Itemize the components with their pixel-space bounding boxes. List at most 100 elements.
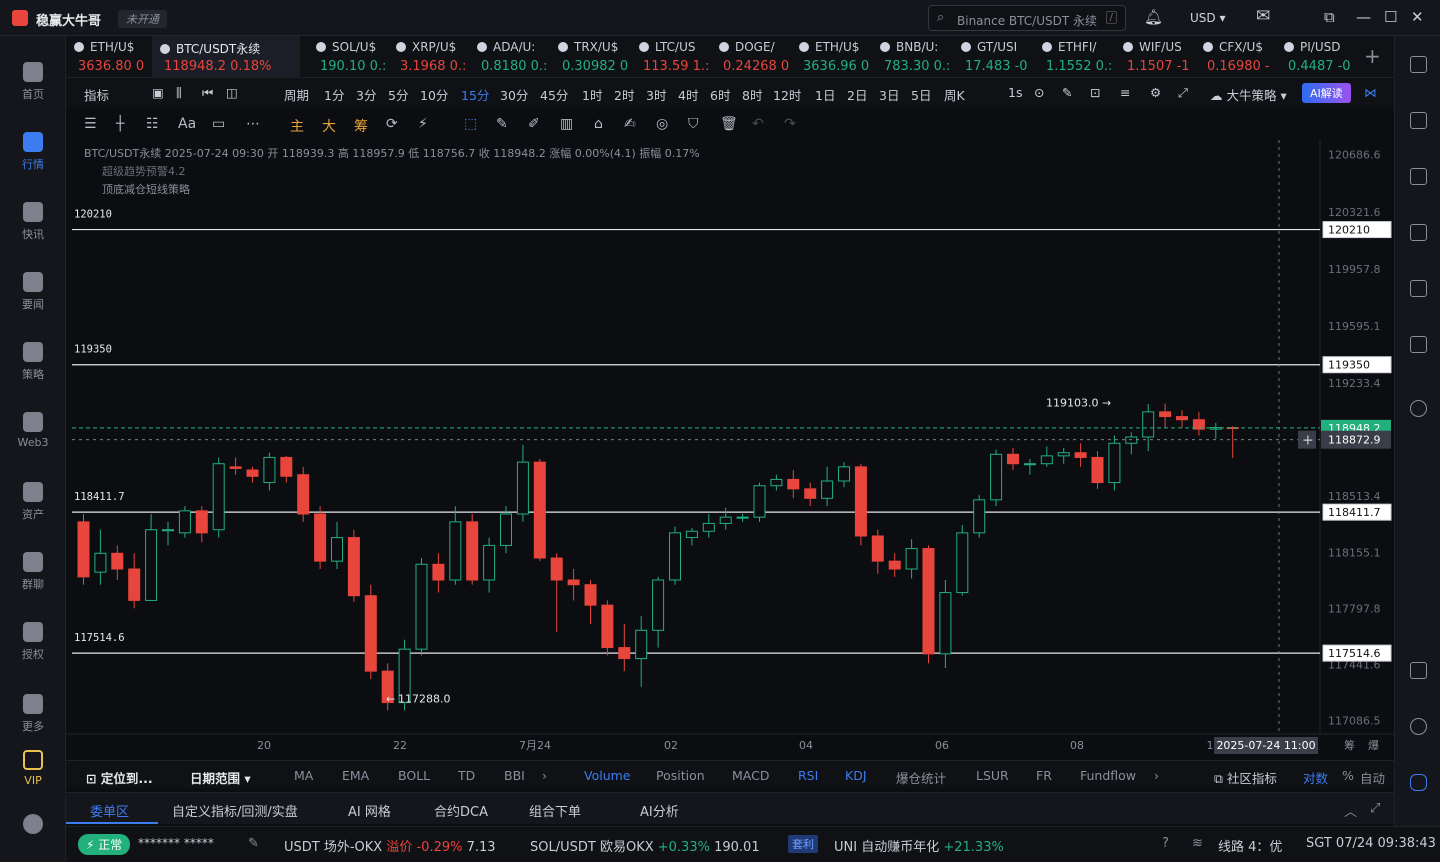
candle-body[interactable]	[280, 456, 293, 477]
otc-rate[interactable]: USDT 场外-OKX 溢价 -0.29% 7.13	[284, 836, 496, 855]
ticker-item[interactable]: ADA/U: 0.8180 0.:	[469, 36, 549, 78]
candle-body[interactable]	[669, 532, 681, 581]
log-scale-toggle[interactable]: 对数	[1303, 768, 1328, 787]
hline-tool-icon[interactable]: ┼	[116, 116, 124, 132]
ticker-item[interactable]: ETHFI/1.1552 0.:	[1034, 36, 1114, 78]
candle-body[interactable]	[314, 513, 327, 562]
collapse-up-icon[interactable]: ︿	[1344, 801, 1357, 820]
ticker-item[interactable]: TRX/U$ 0.30982 0	[550, 36, 630, 78]
period-btn[interactable]: 8时	[742, 85, 762, 104]
plus-icon[interactable]: +	[1302, 433, 1314, 449]
ind-liquidation[interactable]: 爆仓统计	[896, 768, 946, 787]
candle-body[interactable]	[1176, 416, 1188, 421]
period-btn[interactable]: 3日	[879, 85, 899, 104]
candle-body[interactable]	[922, 548, 935, 655]
candle-body[interactable]	[331, 537, 343, 562]
period-btn[interactable]: 2时	[614, 85, 634, 104]
candle-body[interactable]	[939, 592, 952, 655]
candle-body[interactable]	[263, 456, 276, 484]
undo-icon[interactable]: ↶	[752, 116, 764, 132]
monitor-icon[interactable]	[1410, 280, 1427, 297]
candle-body[interactable]	[550, 557, 563, 581]
candle-body[interactable]	[297, 474, 310, 515]
dollar-doc-icon[interactable]	[1410, 168, 1427, 185]
tab-combo-order[interactable]: 组合下单	[529, 801, 581, 820]
ticker-item[interactable]: PI/USD 0.4487 -0	[1276, 36, 1356, 78]
maximize-icon[interactable]: ☐	[1384, 8, 1397, 26]
candle-body[interactable]	[432, 563, 445, 581]
candle-body[interactable]	[618, 647, 631, 660]
candle-body[interactable]	[1007, 453, 1019, 465]
nav-more[interactable]: 更多	[0, 694, 66, 734]
magnet-icon[interactable]: ◎	[656, 116, 668, 132]
ruler-icon[interactable]: ▭	[212, 116, 225, 132]
candle-body[interactable]	[905, 548, 918, 570]
ind-boll[interactable]: BOLL	[398, 768, 430, 783]
more-icon[interactable]: ⋯	[246, 116, 260, 132]
ind-macd[interactable]: MACD	[732, 768, 769, 783]
network-line[interactable]: 线路 4：优	[1218, 836, 1282, 855]
lock-icon[interactable]: ⌂	[594, 116, 603, 132]
refresh-tool-icon[interactable]: ⟳	[386, 116, 398, 132]
candle-body[interactable]	[111, 552, 124, 570]
sol-quote[interactable]: SOL/USDT 欧易OKX +0.33% 190.01	[530, 836, 760, 855]
popout-icon[interactable]: ⧉	[1324, 8, 1335, 26]
candle-body[interactable]	[990, 453, 1003, 501]
currency-select[interactable]: USD ▾	[1190, 11, 1225, 25]
list-icon[interactable]	[1410, 56, 1427, 73]
auto-scale-toggle[interactable]: 自动	[1360, 768, 1385, 787]
undo-period-icon[interactable]: ⏮	[202, 85, 213, 101]
period-btn[interactable]: 5日	[911, 85, 931, 104]
candle-body[interactable]	[162, 529, 174, 532]
candle-body[interactable]	[736, 516, 749, 519]
tool-main[interactable]: 主	[290, 116, 304, 136]
nav-settings[interactable]	[0, 814, 66, 838]
candle-body[interactable]	[145, 529, 158, 601]
candle-body[interactable]	[415, 563, 428, 650]
candle-body[interactable]	[584, 584, 597, 606]
period-btn[interactable]: 5分	[388, 85, 408, 104]
candle-body[interactable]	[212, 463, 225, 531]
ind-fundflow[interactable]: Fundflow	[1080, 768, 1136, 783]
candle-body[interactable]	[516, 461, 529, 515]
candle-body[interactable]	[128, 568, 141, 601]
candlestick-chart[interactable]: 120686.6 120321.6 119957.8 119595.1 119233.4…	[66, 140, 1394, 760]
ind-ema[interactable]: EMA	[342, 768, 369, 783]
nav-market[interactable]: 行情	[0, 132, 66, 172]
fullscreen-icon[interactable]: ⊡	[1090, 85, 1100, 100]
candle-body[interactable]	[821, 480, 834, 499]
menu-lines-icon[interactable]: ☰	[84, 116, 97, 132]
nav-vip[interactable]: VIP	[0, 750, 66, 787]
mail-icon[interactable]: ✉	[1256, 6, 1270, 26]
trash-icon[interactable]: 🗑︎	[720, 116, 738, 132]
candle-body[interactable]	[702, 522, 715, 532]
add-ticker-icon[interactable]: +	[1364, 44, 1381, 68]
camera-icon[interactable]: ⊙	[1034, 85, 1044, 100]
period-btn[interactable]: 1时	[582, 85, 602, 104]
document-icon[interactable]	[1410, 112, 1427, 129]
period-btn[interactable]: 周K	[944, 85, 965, 104]
nav-auth[interactable]: 授权	[0, 622, 66, 662]
period-btn[interactable]: 3时	[646, 85, 666, 104]
candle-body[interactable]	[229, 466, 242, 469]
text-tool-icon[interactable]: Aa	[178, 116, 196, 132]
period-btn[interactable]: 45分	[540, 85, 568, 104]
candle-body[interactable]	[973, 499, 986, 534]
candle-body[interactable]	[635, 629, 648, 660]
candle-body[interactable]	[719, 516, 732, 524]
ticker-item[interactable]: CFX/U$ 0.16980 -	[1195, 36, 1275, 78]
candle-style-icon[interactable]: ⫼	[176, 85, 182, 101]
ticker-item[interactable]: LTC/US 113.59 1.:	[631, 36, 711, 78]
period-btn[interactable]: 15分	[461, 85, 489, 104]
candle-body[interactable]	[838, 466, 850, 482]
tab-custom-indicators[interactable]: 自定义指标/回测/实盘	[172, 801, 298, 820]
ticker-item[interactable]: WIF/US 1.1507 -1	[1115, 36, 1195, 78]
ticker-item[interactable]: ETH/U$ 3636.96 0	[791, 36, 871, 78]
tab-dca[interactable]: 合约DCA	[434, 801, 488, 820]
candles-icon[interactable]: ▥	[560, 116, 573, 132]
candle-body[interactable]	[1142, 411, 1155, 438]
ind-td[interactable]: TD	[458, 768, 475, 783]
multi-line-icon[interactable]: ☷	[146, 116, 159, 132]
candle-body[interactable]	[466, 521, 479, 581]
candle-body[interactable]	[804, 488, 817, 499]
